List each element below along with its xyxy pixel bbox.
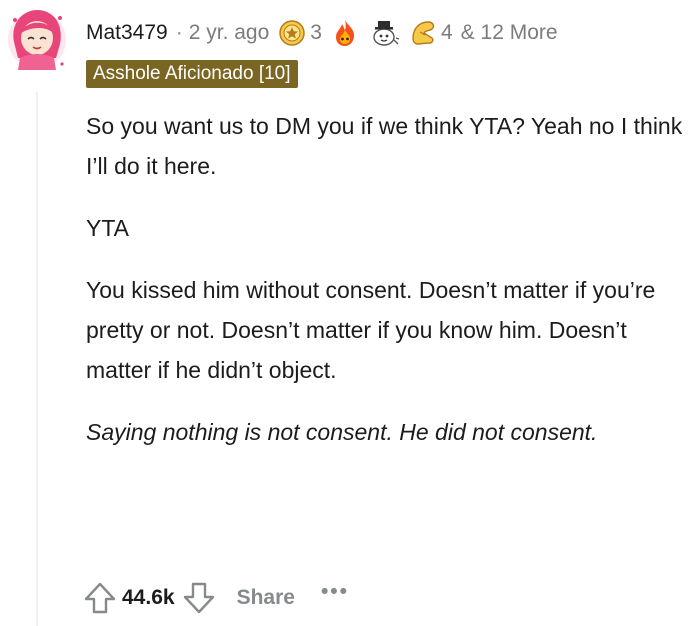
- award-take-my-energy[interactable]: 4: [408, 18, 453, 48]
- separator-dot: ·: [175, 21, 183, 44]
- more-awards-link[interactable]: & 12 More: [461, 21, 558, 45]
- username[interactable]: Mat3479: [86, 21, 168, 45]
- comment-header: Mat3479 · 2 yr. ago 3 4 & 12 More: [86, 16, 558, 50]
- timestamp[interactable]: 2 yr. ago: [189, 21, 270, 45]
- more-options-button[interactable]: •••: [321, 580, 349, 604]
- comment-paragraph-italic: Saying nothing is not consent. He did no…: [86, 419, 598, 445]
- award-wholesome[interactable]: [368, 18, 400, 48]
- award-helpful[interactable]: 3: [277, 18, 322, 48]
- comment-paragraph: YTA: [86, 215, 130, 241]
- avatar[interactable]: [6, 6, 68, 74]
- take-my-energy-award-icon: [412, 21, 435, 45]
- comment-body: So you want us to DM you if we think YTA…: [86, 106, 686, 474]
- award-fire[interactable]: [330, 18, 360, 48]
- comment-paragraph: You kissed him without consent. Doesn’t …: [86, 277, 656, 383]
- comment-paragraph: So you want us to DM you if we think YTA…: [86, 113, 683, 179]
- downvote-arrow-icon[interactable]: [181, 580, 217, 616]
- avatar-image: [8, 10, 66, 70]
- vote-score: 44.6k: [122, 586, 175, 609]
- helpful-award-icon: [279, 20, 306, 46]
- fire-award-icon: [335, 20, 355, 46]
- share-button[interactable]: Share: [237, 586, 295, 610]
- comment-actions: 44.6k Share •••: [82, 576, 349, 620]
- wholesome-award-icon: [373, 21, 400, 46]
- award-count: 4: [440, 21, 453, 44]
- upvote-arrow-icon[interactable]: [82, 580, 118, 616]
- award-count: 3: [310, 21, 322, 44]
- user-flair: Asshole Aficionado [10]: [86, 60, 298, 88]
- thread-line[interactable]: [36, 92, 38, 626]
